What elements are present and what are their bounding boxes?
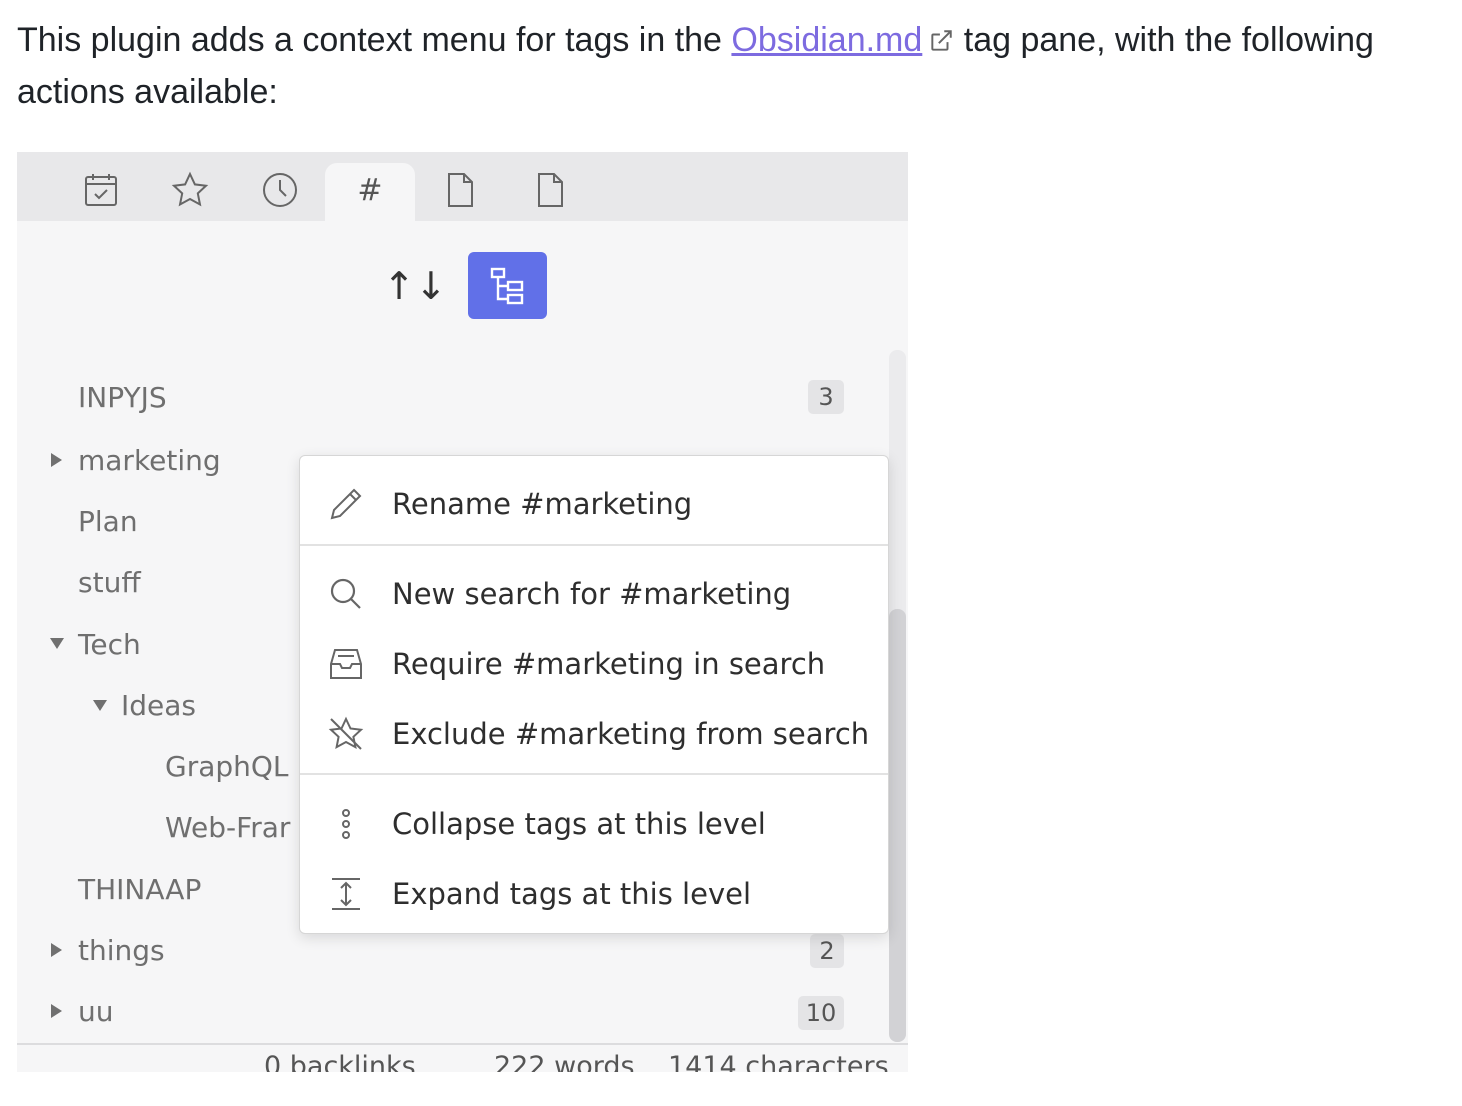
tag-row-tech[interactable]: Tech — [78, 624, 141, 664]
intro-text-before: This plugin adds a context menu for tags… — [17, 21, 732, 59]
tag-row-ideas[interactable]: Ideas — [121, 685, 196, 725]
pencil-icon — [330, 488, 362, 520]
file-icon — [448, 173, 473, 207]
tag-label: THINAAP — [78, 872, 202, 906]
menu-item-label: Rename #marketing — [392, 487, 693, 521]
word-count: 222 words — [494, 1051, 635, 1072]
collapse-icon — [342, 809, 350, 839]
tag-label: marketing — [78, 443, 221, 477]
collapse-arrow-icon[interactable] — [93, 700, 107, 711]
tab-file-1[interactable] — [440, 168, 480, 212]
tag-row-thinaap[interactable]: THINAAP — [78, 869, 201, 909]
status-bar: 0 backlinks 222 words 1414 characters — [17, 1043, 908, 1072]
tag-row-uu[interactable]: uu — [78, 991, 114, 1031]
expand-arrow-icon[interactable] — [51, 1004, 62, 1018]
tag-context-menu: Rename #marketing New search for #market… — [299, 455, 889, 934]
scrollbar-thumb[interactable] — [889, 609, 906, 1042]
hierarchy-icon — [490, 267, 523, 304]
menu-separator — [300, 544, 888, 546]
tag-label: stuff — [78, 565, 141, 599]
tag-label: things — [78, 933, 165, 967]
tag-label: Ideas — [121, 688, 197, 722]
sort-icon: ↑↓ — [383, 264, 447, 308]
menu-separator — [300, 773, 888, 775]
tree-view-toggle-button[interactable] — [468, 252, 547, 319]
tag-row-inpyjs[interactable]: INPYJS — [78, 377, 167, 417]
tag-label: Tech — [78, 627, 141, 661]
intro-paragraph: This plugin adds a context menu for tags… — [17, 14, 1457, 118]
hash-icon: # — [357, 172, 383, 208]
backlinks-count[interactable]: 0 backlinks — [264, 1051, 416, 1072]
tag-row-marketing[interactable]: marketing — [78, 440, 221, 480]
sort-button[interactable]: ↑↓ — [383, 253, 447, 319]
tag-label: GraphQL — [165, 749, 289, 783]
clock-icon — [263, 173, 297, 207]
expand-arrow-icon[interactable] — [51, 453, 62, 467]
tag-row-graphql[interactable]: GraphQL — [165, 746, 289, 786]
tag-row-plan[interactable]: Plan — [78, 501, 138, 541]
obsidian-link[interactable]: Obsidian.md — [731, 21, 922, 59]
tag-count-badge: 2 — [810, 934, 844, 968]
menu-item-label: New search for #marketing — [392, 577, 792, 611]
tab-tags[interactable]: # — [350, 168, 390, 212]
tag-count-badge: 3 — [808, 380, 844, 414]
menu-item-expand-level[interactable]: Expand tags at this level — [300, 866, 888, 922]
tag-row-web-frameworks[interactable]: Web-Frar — [165, 807, 290, 847]
menu-item-require-in-search[interactable]: Require #marketing in search — [300, 636, 888, 692]
expand-arrow-icon[interactable] — [51, 943, 62, 957]
menu-item-label: Collapse tags at this level — [392, 807, 766, 841]
inbox-icon — [330, 649, 362, 679]
tag-row-things[interactable]: things — [78, 930, 165, 970]
sidebar-tab-bar: # — [17, 152, 908, 221]
star-off-icon — [328, 716, 364, 750]
menu-item-label: Require #marketing in search — [392, 647, 826, 681]
file-icon — [538, 173, 563, 207]
search-icon — [330, 578, 361, 609]
menu-item-label: Expand tags at this level — [392, 877, 752, 911]
menu-item-new-search[interactable]: New search for #marketing — [300, 566, 888, 622]
calendar-icon — [85, 174, 117, 206]
tag-label: INPYJS — [78, 380, 167, 414]
tab-starred[interactable] — [170, 168, 210, 212]
tab-recent[interactable] — [260, 168, 300, 212]
expand-icon — [332, 878, 360, 910]
star-icon — [171, 171, 209, 207]
tag-label: uu — [78, 994, 114, 1028]
menu-item-rename[interactable]: Rename #marketing — [300, 476, 888, 532]
collapse-arrow-icon[interactable] — [50, 638, 64, 649]
tag-row-stuff[interactable]: stuff — [78, 562, 141, 602]
obsidian-tag-pane-screenshot: # ↑↓ INPYJS 3 marketing Plan stuff Tech … — [17, 152, 908, 1072]
menu-item-label: Exclude #marketing from search — [392, 717, 870, 751]
external-link-icon — [931, 30, 953, 51]
character-count: 1414 characters — [668, 1051, 889, 1072]
tag-count-badge: 10 — [798, 996, 844, 1030]
menu-item-collapse-level[interactable]: Collapse tags at this level — [300, 796, 888, 852]
tab-file-2[interactable] — [530, 168, 570, 212]
menu-item-exclude-from-search[interactable]: Exclude #marketing from search — [300, 706, 888, 762]
tag-label: Plan — [78, 504, 138, 538]
tab-calendar[interactable] — [81, 168, 121, 212]
tag-label: Web-Frar — [165, 810, 291, 844]
